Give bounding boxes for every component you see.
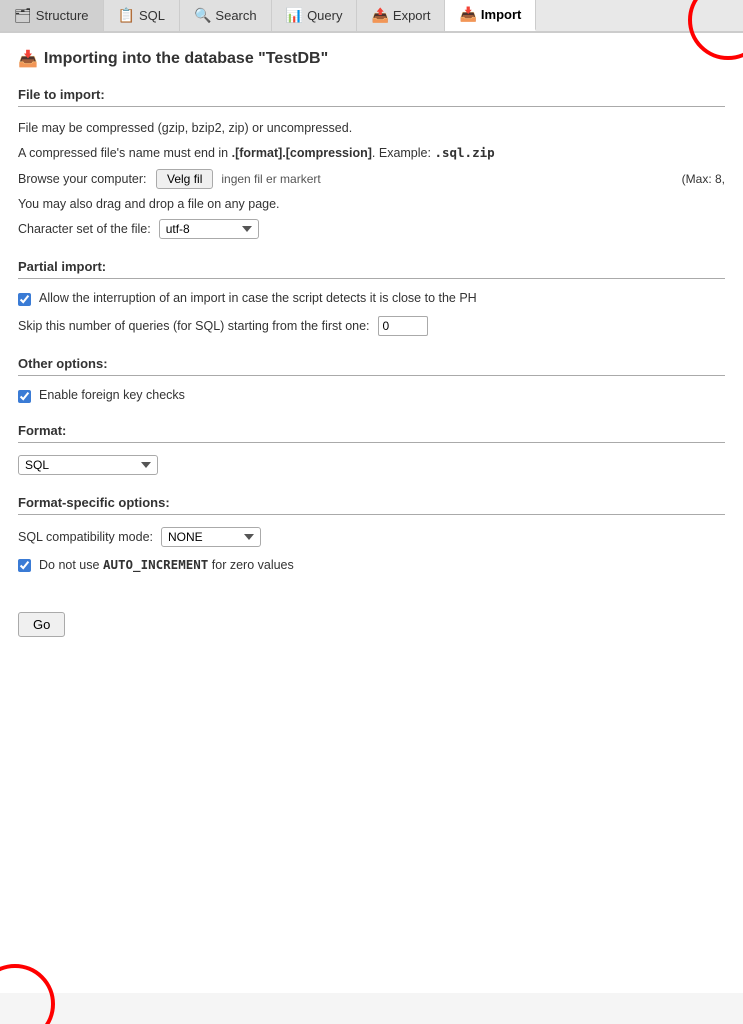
browse-row: Browse your computer: Velg fil ingen fil… [18,169,725,189]
sql-compat-row: SQL compatibility mode: NONE ANSI DB2 MA… [18,527,725,547]
other-options-header: Other options: [18,356,725,376]
format-specific-section: Format-specific options: SQL compatibili… [18,495,725,572]
skip-queries-label: Skip this number of queries (for SQL) st… [18,319,370,333]
browse-button[interactable]: Velg fil [156,169,213,189]
tab-sql-label: SQL [139,8,165,23]
file-import-section: File to import: File may be compressed (… [18,87,725,239]
page-title-text: Importing into the database "TestDB" [44,50,328,68]
structure-icon: 🗂 [14,7,32,24]
page-title-icon: 📥 [18,49,38,69]
sql-icon: 📋 [118,7,135,24]
charset-row: Character set of the file: utf-8 latin1 … [18,219,725,239]
import-icon: 📥 [459,6,476,23]
query-icon: 📊 [286,7,303,24]
charset-label: Character set of the file: [18,222,151,236]
skip-queries-input[interactable] [378,316,428,336]
allow-interruption-checkbox[interactable] [18,293,31,306]
tab-import[interactable]: 📥 Import [445,0,536,31]
go-button[interactable]: Go [18,612,65,637]
file-info-line1: File may be compressed (gzip, bzip2, zip… [18,119,725,138]
auto-increment-row: Do not use AUTO_INCREMENT for zero value… [18,557,725,572]
charset-select[interactable]: utf-8 latin1 utf-16 [159,219,259,239]
tab-import-label: Import [481,7,521,22]
export-icon: 📤 [371,7,388,24]
foreign-key-row: Enable foreign key checks [18,388,725,403]
tab-sql[interactable]: 📋 SQL [104,0,180,31]
format-section: Format: SQL CSV JSON XML [18,423,725,475]
page-title: 📥 Importing into the database "TestDB" [18,49,725,69]
tab-query-label: Query [307,8,342,23]
format-header: Format: [18,423,725,443]
tab-bar: 🗂 Structure 📋 SQL 🔍 Search 📊 Query 📤 Exp… [0,0,743,33]
tab-search[interactable]: 🔍 Search [180,0,272,31]
format-select-row: SQL CSV JSON XML [18,455,725,475]
other-options-section: Other options: Enable foreign key checks [18,356,725,403]
auto-increment-label: Do not use AUTO_INCREMENT for zero value… [39,557,294,572]
tab-query[interactable]: 📊 Query [272,0,358,31]
search-icon: 🔍 [194,7,211,24]
example-bold: .sql.zip [434,145,494,160]
partial-import-section: Partial import: Allow the interruption o… [18,259,725,336]
file-name-text: ingen fil er markert [221,172,320,186]
format-specific-header: Format-specific options: [18,495,725,515]
file-import-header: File to import: [18,87,725,107]
max-size-text: (Max: 8, [682,172,725,186]
sql-compat-select[interactable]: NONE ANSI DB2 MAXDB MYSQL323 [161,527,261,547]
allow-interruption-row: Allow the interruption of an import in c… [18,291,725,306]
main-content: 📥 Importing into the database "TestDB" F… [0,33,743,993]
tab-export[interactable]: 📤 Export [357,0,445,31]
tab-structure[interactable]: 🗂 Structure [0,0,104,31]
partial-import-header: Partial import: [18,259,725,279]
tab-export-label: Export [393,8,431,23]
sql-compat-label: SQL compatibility mode: [18,530,153,544]
auto-increment-checkbox[interactable] [18,559,31,572]
format-compression-bold: .[format].[compression] [232,146,372,160]
allow-interruption-label: Allow the interruption of an import in c… [39,291,477,305]
file-info-line2: A compressed file's name must end in .[f… [18,144,725,163]
tab-structure-label: Structure [36,8,89,23]
skip-queries-row: Skip this number of queries (for SQL) st… [18,316,725,336]
format-select[interactable]: SQL CSV JSON XML [18,455,158,475]
auto-increment-code: AUTO_INCREMENT [103,557,208,572]
drag-drop-text: You may also drag and drop a file on any… [18,197,725,211]
browse-label: Browse your computer: [18,172,148,186]
foreign-key-label: Enable foreign key checks [39,388,185,402]
foreign-key-checkbox[interactable] [18,390,31,403]
tab-search-label: Search [215,8,256,23]
